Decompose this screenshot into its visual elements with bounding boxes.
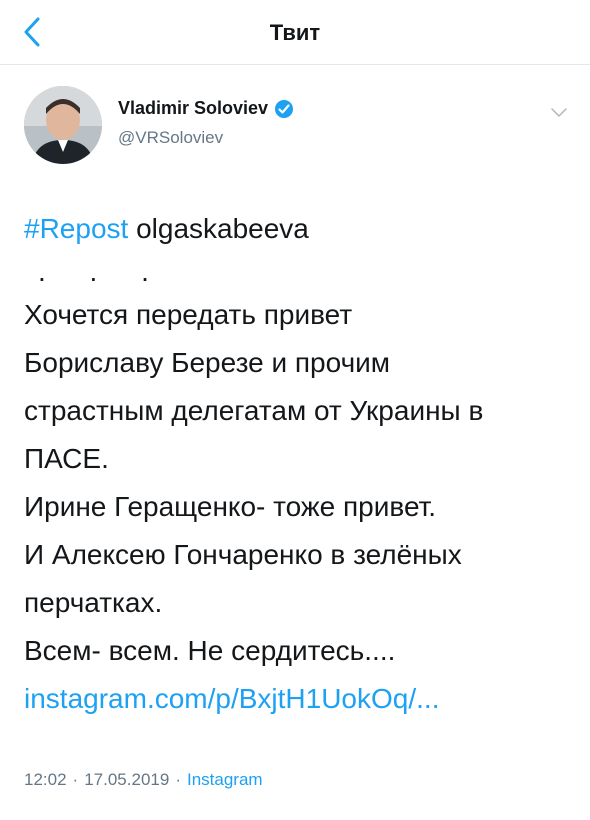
instagram-link[interactable]: instagram.com/p/BxjtH1UokOq/...: [24, 675, 572, 723]
hashtag-link[interactable]: #Repost: [24, 213, 128, 244]
tweet-line: Всем- всем. Не сердитесь....: [24, 635, 396, 666]
top-nav-bar: Твит: [0, 0, 590, 65]
tweet-meta: 12:02 · 17.05.2019 · Instagram: [24, 770, 263, 790]
page-title: Твит: [269, 20, 321, 45]
author-name[interactable]: Vladimir Soloviev: [118, 98, 268, 119]
avatar-image: [24, 86, 102, 164]
tweet-line: страстным делегатам от Украины в: [24, 395, 484, 426]
repost-line: #Repost olgaskabeeva: [24, 205, 572, 253]
tweet-text: #Repost olgaskabeeva . . . Хочется перед…: [24, 205, 572, 723]
tweet-source-link[interactable]: Instagram: [187, 770, 263, 790]
tweet-line: Бориславу Березе и прочим: [24, 347, 391, 378]
tweet-time: 12:02: [24, 770, 67, 789]
repost-username: olgaskabeeva: [136, 213, 309, 244]
meta-separator: ·: [175, 770, 181, 789]
ellipsis-dots: . . .: [38, 256, 167, 287]
chevron-down-icon: [551, 108, 567, 117]
author-handle[interactable]: @VRSoloviev: [118, 128, 223, 148]
meta-separator: ·: [72, 770, 79, 789]
tweet-date: 17.05.2019: [84, 770, 170, 789]
author-name-row[interactable]: Vladimir Soloviev: [118, 98, 294, 119]
tweet-line: ПАСЕ.: [24, 443, 109, 474]
verified-badge-icon: [274, 99, 294, 119]
tweet-line: И Алексею Гончаренко в зелёных: [24, 539, 462, 570]
avatar[interactable]: [24, 86, 102, 164]
tweet-line: Ирине Геращенко- тоже привет.: [24, 491, 437, 522]
tweet-line: Хочется передать привет: [24, 299, 353, 330]
tweet-line: перчатках.: [24, 587, 163, 618]
more-options-button[interactable]: [548, 102, 570, 124]
